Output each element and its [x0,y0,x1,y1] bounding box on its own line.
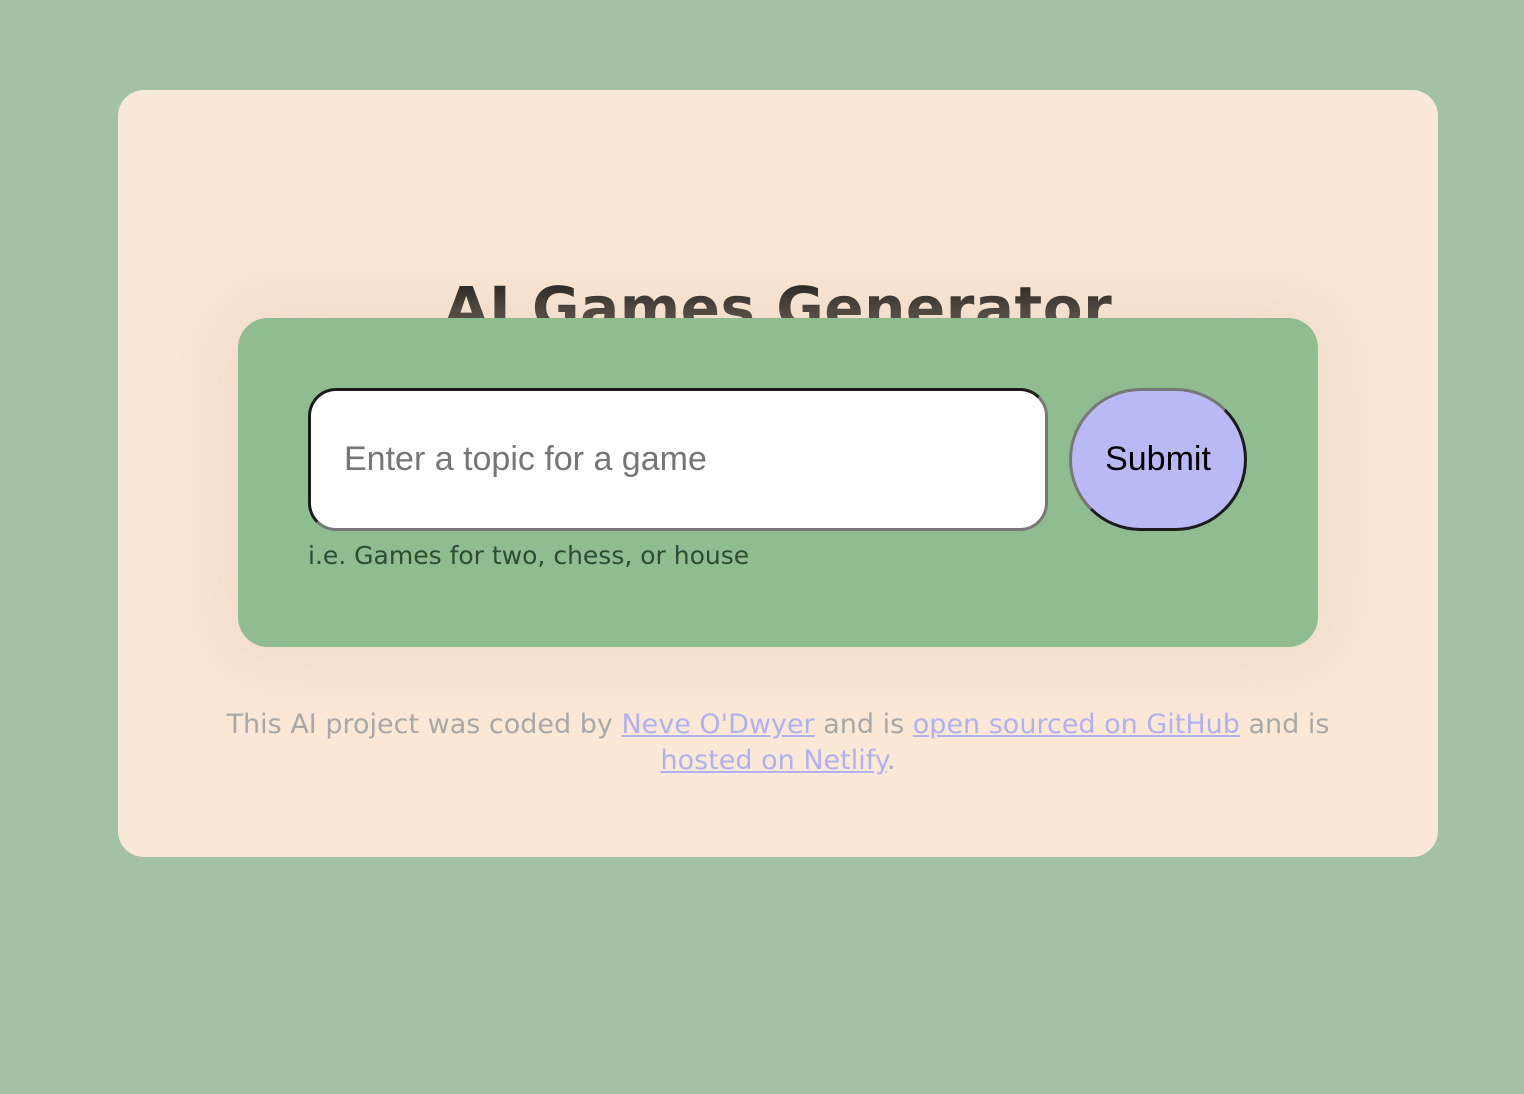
submit-button[interactable]: Submit [1069,388,1247,531]
footer: This AI project was coded by Neve O'Dwye… [198,707,1358,779]
footer-text: This AI project was coded by [226,709,622,740]
netlify-link[interactable]: hosted on Netlify [661,745,887,776]
input-hint: i.e. Games for two, chess, or house [308,541,750,570]
footer-text: and is [1239,709,1330,740]
footer-text: . [886,745,896,776]
main-card: AI Games Generator Submit i.e. Games for… [118,90,1438,857]
github-link[interactable]: open sourced on GitHub [913,709,1240,740]
author-link[interactable]: Neve O'Dwyer [621,709,814,740]
topic-input[interactable] [308,388,1048,531]
game-topic-form: Submit i.e. Games for two, chess, or hou… [238,318,1318,647]
page: { "app": { "title": "AI Games Generator"… [0,0,1524,1094]
footer-text: and is [814,709,913,740]
